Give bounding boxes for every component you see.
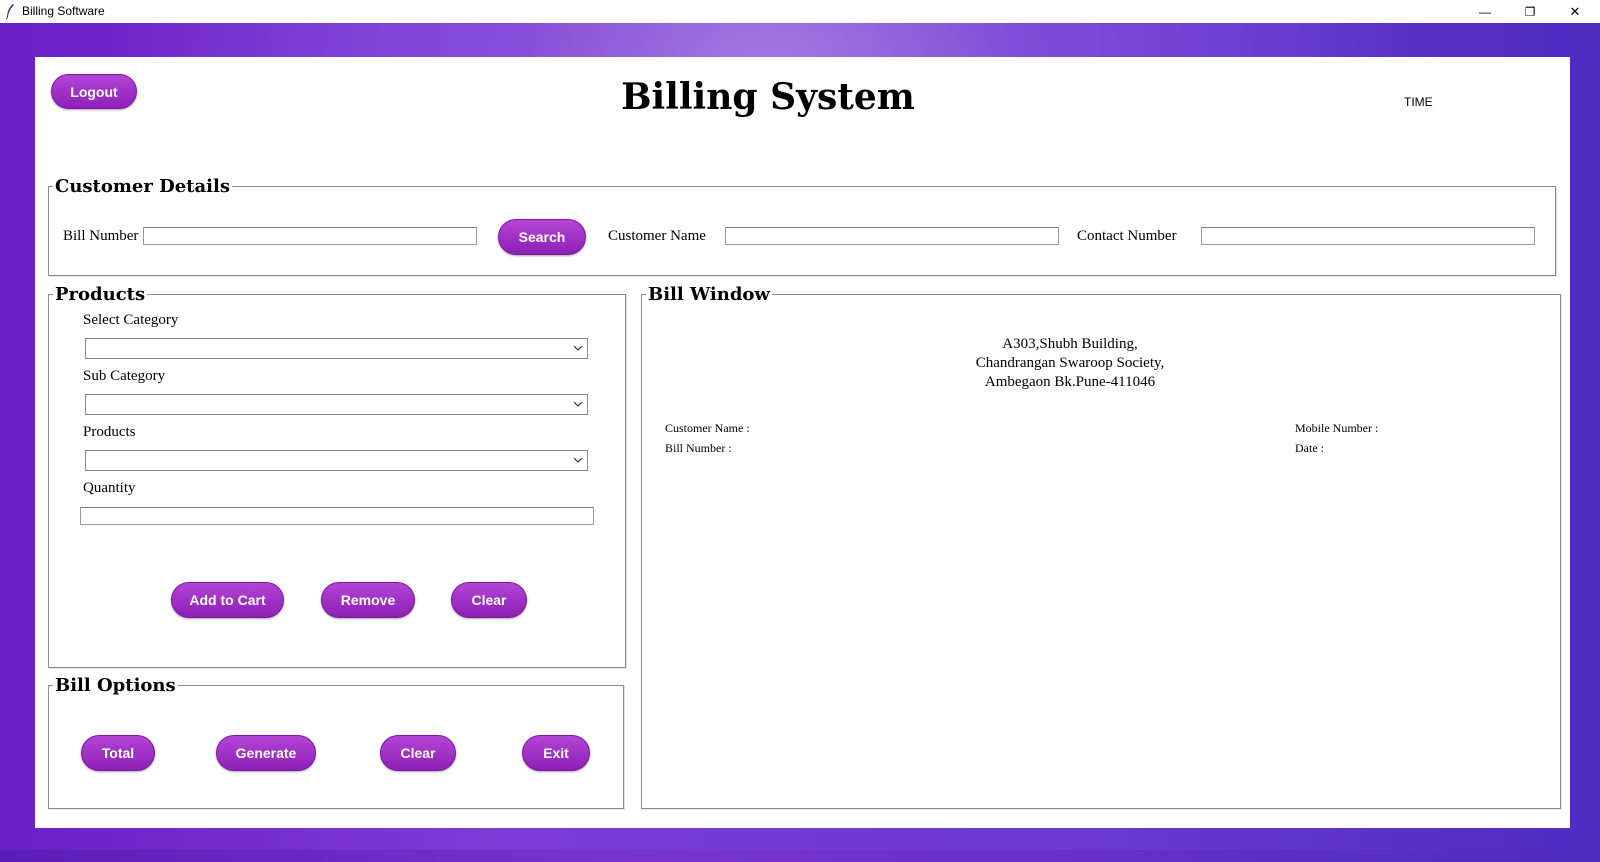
time-label: TIME bbox=[1404, 95, 1433, 109]
minimize-button[interactable]: — bbox=[1462, 0, 1508, 23]
total-button[interactable]: Total bbox=[81, 735, 155, 771]
remove-button[interactable]: Remove bbox=[321, 582, 415, 618]
maximize-button[interactable]: ❐ bbox=[1507, 0, 1553, 23]
bill-clear-button[interactable]: Clear bbox=[380, 735, 456, 771]
customer-name-label: Customer Name bbox=[608, 228, 706, 244]
chevron-down-icon[interactable] bbox=[573, 342, 583, 354]
bill-number-input[interactable] bbox=[143, 227, 477, 245]
select-category-label: Select Category bbox=[83, 312, 179, 328]
restore-icon: ❐ bbox=[1524, 4, 1536, 19]
products-clear-button[interactable]: Clear bbox=[451, 582, 527, 618]
products-combobox[interactable] bbox=[85, 450, 588, 471]
customer-details-group: Customer Details bbox=[48, 176, 1556, 276]
bill-number-label: Bill Number bbox=[63, 228, 139, 244]
add-to-cart-button[interactable]: Add to Cart bbox=[171, 582, 284, 618]
customer-name-input[interactable] bbox=[725, 227, 1059, 245]
select-category-combobox[interactable] bbox=[85, 338, 588, 359]
page-title: Billing System bbox=[621, 76, 915, 118]
bill-number-field-label: Bill Number : bbox=[665, 441, 732, 455]
chevron-down-icon[interactable] bbox=[573, 398, 583, 410]
exit-button[interactable]: Exit bbox=[522, 735, 590, 771]
bill-options-legend: Bill Options bbox=[55, 675, 176, 696]
bill-address-line1: A303,Shubh Building, bbox=[1002, 336, 1138, 352]
bill-address-line2: Chandrangan Swaroop Society, bbox=[975, 355, 1165, 371]
products-label: Products bbox=[83, 424, 136, 440]
chevron-down-icon[interactable] bbox=[573, 454, 583, 466]
quantity-input[interactable] bbox=[80, 507, 594, 525]
products-legend: Products bbox=[55, 284, 146, 305]
bill-address-line3: Ambegaon Bk.Pune-411046 bbox=[984, 374, 1156, 390]
generate-button[interactable]: Generate bbox=[216, 735, 316, 771]
bill-window-legend: Bill Window bbox=[648, 284, 770, 305]
window-title: Billing Software bbox=[22, 4, 105, 18]
quantity-label: Quantity bbox=[83, 480, 136, 496]
customer-details-legend: Customer Details bbox=[55, 176, 230, 197]
background-bottom-strip bbox=[0, 850, 1600, 862]
contact-number-label: Contact Number bbox=[1077, 228, 1177, 244]
feather-icon bbox=[5, 4, 14, 19]
bill-mobile-number-label: Mobile Number : bbox=[1295, 421, 1379, 435]
sub-category-combobox[interactable] bbox=[85, 394, 588, 415]
bill-customer-name-label: Customer Name : bbox=[665, 421, 750, 435]
close-icon: ✕ bbox=[1569, 3, 1581, 19]
window-titlebar: Billing Software — ❐ ✕ bbox=[0, 0, 1600, 23]
logout-button[interactable]: Logout bbox=[51, 74, 137, 109]
minimize-icon: — bbox=[1479, 4, 1491, 19]
contact-number-input[interactable] bbox=[1201, 227, 1535, 245]
sub-category-label: Sub Category bbox=[83, 368, 166, 384]
bill-date-label: Date : bbox=[1295, 441, 1324, 455]
close-button[interactable]: ✕ bbox=[1552, 0, 1598, 23]
search-button[interactable]: Search bbox=[498, 219, 586, 255]
